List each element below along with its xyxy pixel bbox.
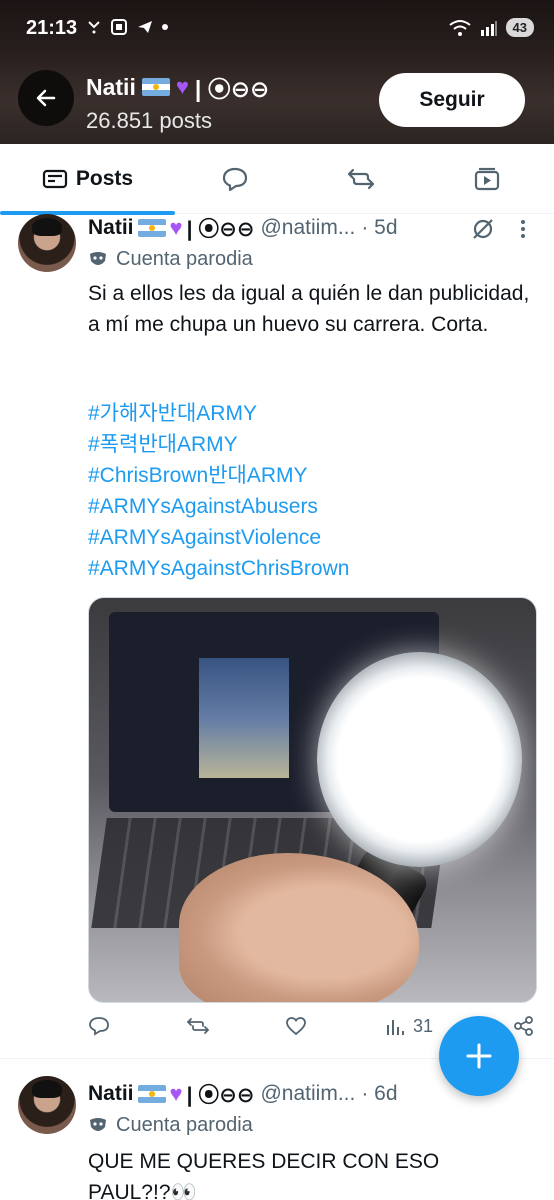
purple-heart-icon: ♥	[169, 215, 183, 240]
mask-icon	[90, 251, 106, 265]
arrow-left-icon	[36, 89, 56, 107]
post-hashtags: #가해자반대ARMY #폭력반대ARMY #ChrisBrown반대ARMY #…	[88, 398, 538, 584]
profile-title: Natii ♥ | ⦿⊖⊖ 26.851 posts	[86, 70, 269, 134]
wifi-icon	[448, 19, 471, 36]
hashtag-link[interactable]: #가해자반대ARMY	[88, 398, 538, 429]
share-button[interactable]	[514, 1016, 534, 1036]
post-author-name-suffix: | ⦿⊖⊖	[186, 1084, 255, 1107]
post-photo[interactable]	[88, 597, 537, 1003]
hashtag-link[interactable]: #ARMYsAgainstViolence	[88, 522, 538, 553]
post-body: Si a ellos les da igual a quién le dan p…	[88, 278, 538, 340]
post-text: Si a ellos les da igual a quién le dan p…	[88, 282, 530, 336]
hashtag-link[interactable]: #ARMYsAgainstAbusers	[88, 491, 538, 522]
profile-header: 21:13 43 Natii ♥ | ⦿⊖⊖ 26.851 posts Segu…	[0, 0, 554, 144]
repost-icon	[186, 1018, 210, 1034]
media-icon	[474, 167, 500, 191]
argentina-flag-icon	[141, 78, 170, 96]
argentina-flag-icon	[137, 219, 166, 237]
tab-reposts[interactable]	[306, 144, 416, 214]
tab-replies[interactable]	[180, 144, 290, 214]
post-author-display-name: Natii	[88, 1082, 134, 1105]
more-options-icon[interactable]	[516, 218, 530, 240]
reply-button[interactable]	[88, 1016, 110, 1036]
parody-label-text: Cuenta parodia	[116, 1114, 253, 1136]
post-timestamp: · 6d	[361, 1082, 398, 1105]
post-timestamp: · 5d	[361, 216, 398, 239]
grok-icon[interactable]	[470, 216, 496, 242]
parody-label: Cuenta parodia	[88, 1114, 253, 1137]
views-button[interactable]: 31	[385, 1016, 433, 1037]
bar-chart-icon	[387, 1019, 404, 1035]
avatar[interactable]	[18, 214, 76, 272]
signal-icon	[480, 20, 497, 36]
post-author-name[interactable]: Natii ♥ | ⦿⊖⊖	[88, 213, 254, 243]
follow-button[interactable]: Seguir	[379, 73, 525, 127]
hashtag-link[interactable]: #ChrisBrown반대ARMY	[88, 460, 538, 491]
post-author-handle[interactable]: @natiim...	[260, 1082, 355, 1106]
photo-lightstick-globe	[317, 652, 522, 867]
hashtag-link[interactable]: #ARMYsAgainstChrisBrown	[88, 553, 538, 584]
notification-icons	[86, 18, 168, 36]
profile-name-suffix: | ⦿⊖⊖	[194, 76, 270, 102]
post-body: QUE ME QUERES DECIR CON ESO PAUL?!?👀	[88, 1146, 488, 1200]
dot-icon	[162, 24, 168, 30]
screenshot-icon	[111, 19, 127, 35]
parody-label-text: Cuenta parodia	[116, 248, 253, 270]
heart-outline-icon	[286, 1017, 306, 1036]
post-author-name-suffix: | ⦿⊖⊖	[186, 218, 255, 241]
repost-icon	[347, 168, 375, 190]
profile-name: Natii ♥ | ⦿⊖⊖	[86, 70, 269, 104]
post-header: Natii ♥ | ⦿⊖⊖ @natiim... · 6d	[88, 1080, 398, 1108]
newspaper-icon	[42, 169, 68, 189]
post-author-handle[interactable]: @natiim...	[260, 216, 355, 240]
post-text: QUE ME QUERES DECIR CON ESO PAUL?!?👀	[88, 1150, 440, 1200]
parody-label: Cuenta parodia	[88, 248, 253, 271]
status-time: 21:13	[26, 17, 78, 39]
chat-bubble-icon	[89, 1017, 109, 1036]
like-button[interactable]	[285, 1016, 307, 1036]
tab-posts-label: Posts	[75, 167, 134, 190]
views-count: 31	[413, 1016, 434, 1036]
post-count: 26.851 posts	[86, 108, 212, 133]
tab-posts[interactable]: Posts	[0, 144, 175, 215]
repost-button[interactable]	[186, 1016, 210, 1036]
tab-media[interactable]	[432, 144, 542, 214]
post-author-name[interactable]: Natii ♥ | ⦿⊖⊖	[88, 1079, 254, 1109]
profile-display-name: Natii	[86, 73, 136, 100]
photo-concert-stage	[199, 658, 289, 778]
share-icon	[514, 1016, 533, 1036]
telegram-icon	[138, 21, 152, 33]
post-header: Natii ♥ | ⦿⊖⊖ @natiim... · 5d	[88, 214, 398, 242]
avatar[interactable]	[18, 1076, 76, 1134]
missed-call-icon	[88, 21, 100, 34]
system-icons: 43	[448, 18, 534, 37]
purple-heart-icon: ♥	[169, 1081, 183, 1106]
argentina-flag-icon	[137, 1085, 166, 1103]
back-button[interactable]	[18, 70, 74, 126]
status-bar: 21:13 43	[0, 0, 554, 60]
mask-icon	[90, 1117, 106, 1131]
compose-post-button[interactable]	[439, 1016, 519, 1096]
battery-indicator: 43	[505, 18, 534, 37]
profile-tabs: Posts	[0, 144, 554, 215]
plus-icon	[466, 1043, 492, 1069]
chat-bubble-icon	[222, 167, 248, 192]
post-author-display-name: Natii	[88, 216, 134, 239]
hashtag-link[interactable]: #폭력반대ARMY	[88, 429, 538, 460]
purple-heart-icon: ♥	[175, 74, 189, 99]
